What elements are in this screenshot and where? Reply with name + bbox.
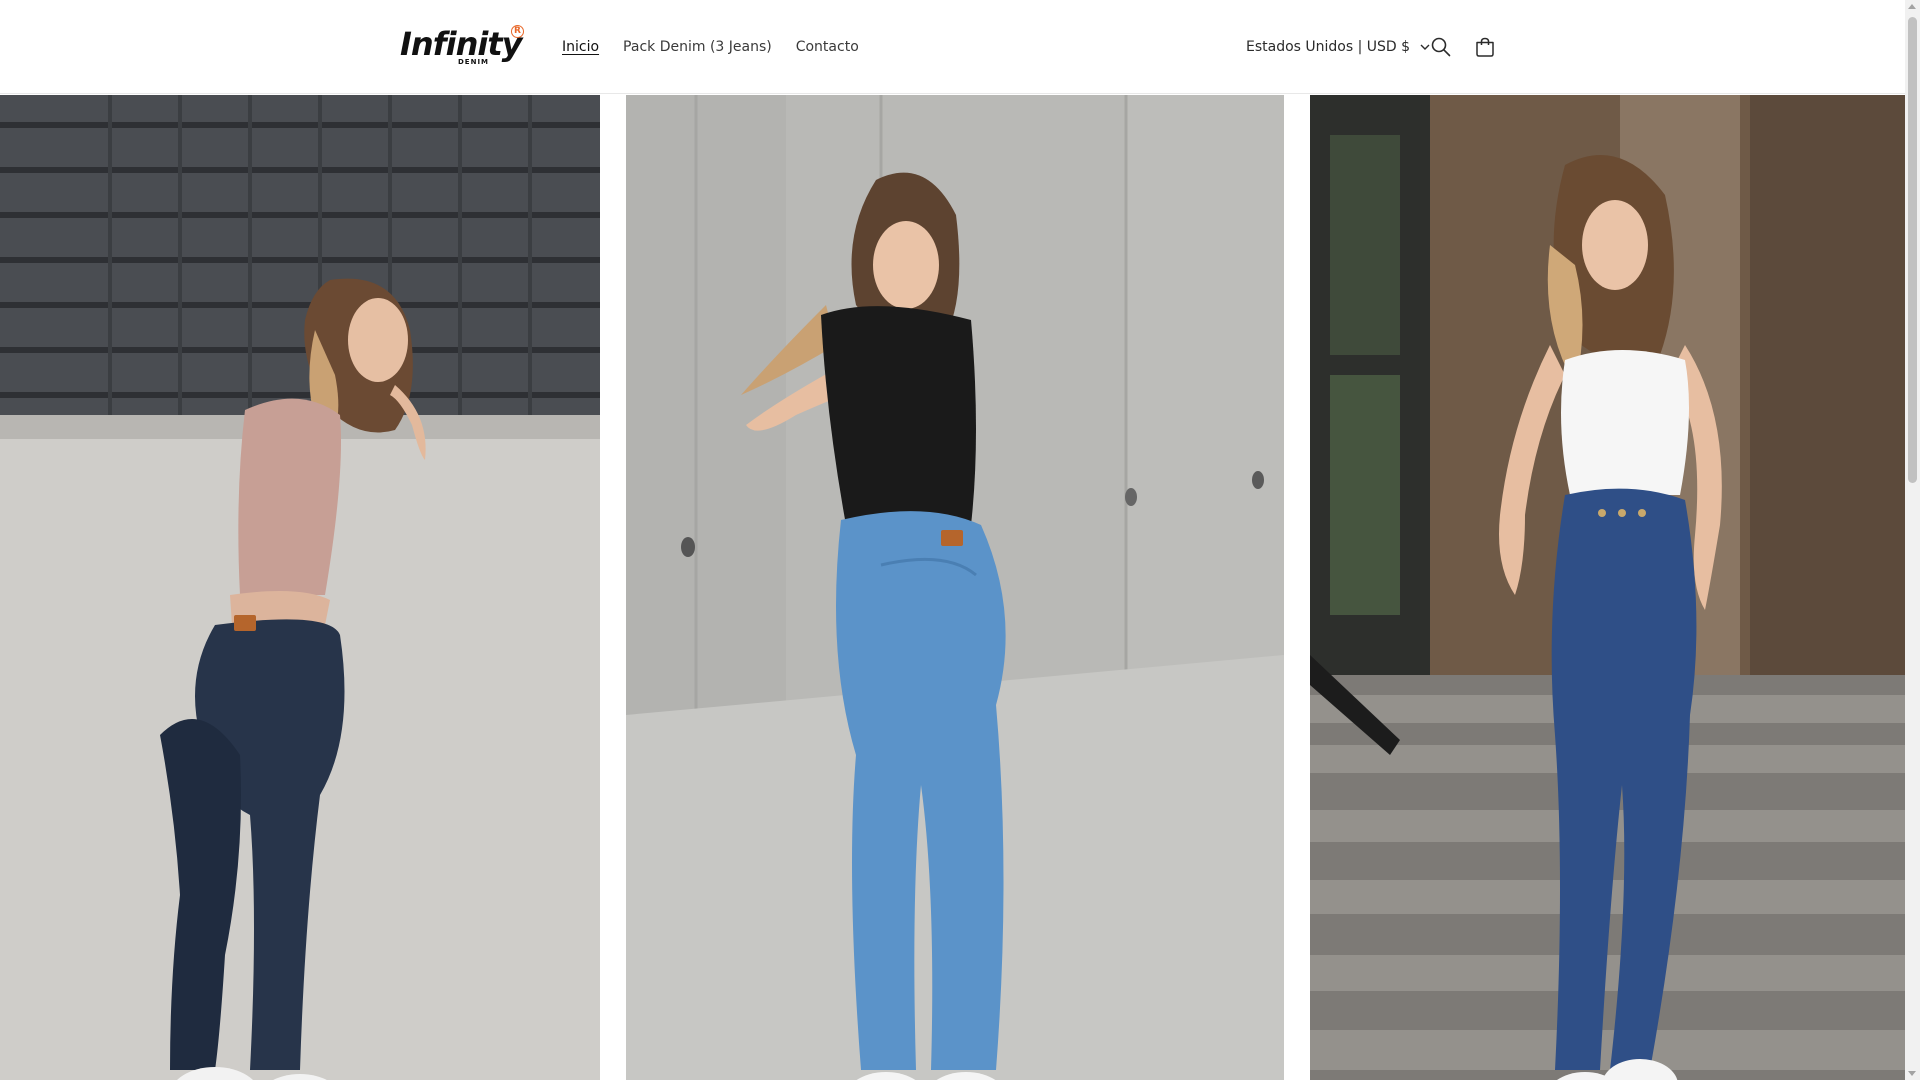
scrollbar-thumb[interactable] [1908, 17, 1917, 483]
main-nav: Inicio Pack Denim (3 Jeans) Contacto [550, 35, 871, 59]
logo-subtitle: DENIM [458, 58, 490, 66]
brand-logo[interactable]: Infinity R DENIM [400, 24, 524, 70]
scroll-up-arrow-icon[interactable] [1908, 4, 1916, 9]
hero-image-gallery [0, 95, 1905, 1080]
product-image-1[interactable] [0, 95, 600, 1080]
page-scrollbar[interactable] [1905, 0, 1920, 1080]
registered-mark: R [511, 25, 524, 38]
nav-link-contacto[interactable]: Contacto [784, 35, 871, 59]
product-image-2[interactable] [626, 95, 1284, 1080]
cart-button[interactable] [1465, 27, 1505, 67]
country-currency-selector[interactable]: Estados Unidos | USD $ [1238, 35, 1438, 59]
product-image-3[interactable] [1310, 95, 1905, 1080]
cart-icon [1476, 37, 1494, 57]
product-photo-mid-jeans [1310, 95, 1905, 1080]
country-currency-label: Estados Unidos | USD $ [1246, 39, 1411, 55]
nav-link-inicio[interactable]: Inicio [550, 35, 611, 59]
scroll-down-arrow-icon[interactable] [1908, 1071, 1916, 1076]
product-photo-dark-jeans [0, 95, 600, 1080]
search-button[interactable] [1421, 27, 1461, 67]
nav-link-pack-denim[interactable]: Pack Denim (3 Jeans) [611, 35, 784, 59]
site-header: Infinity R DENIM Inicio Pack Denim (3 Je… [0, 0, 1905, 94]
search-icon [1431, 37, 1451, 57]
product-photo-light-jeans [626, 95, 1284, 1080]
